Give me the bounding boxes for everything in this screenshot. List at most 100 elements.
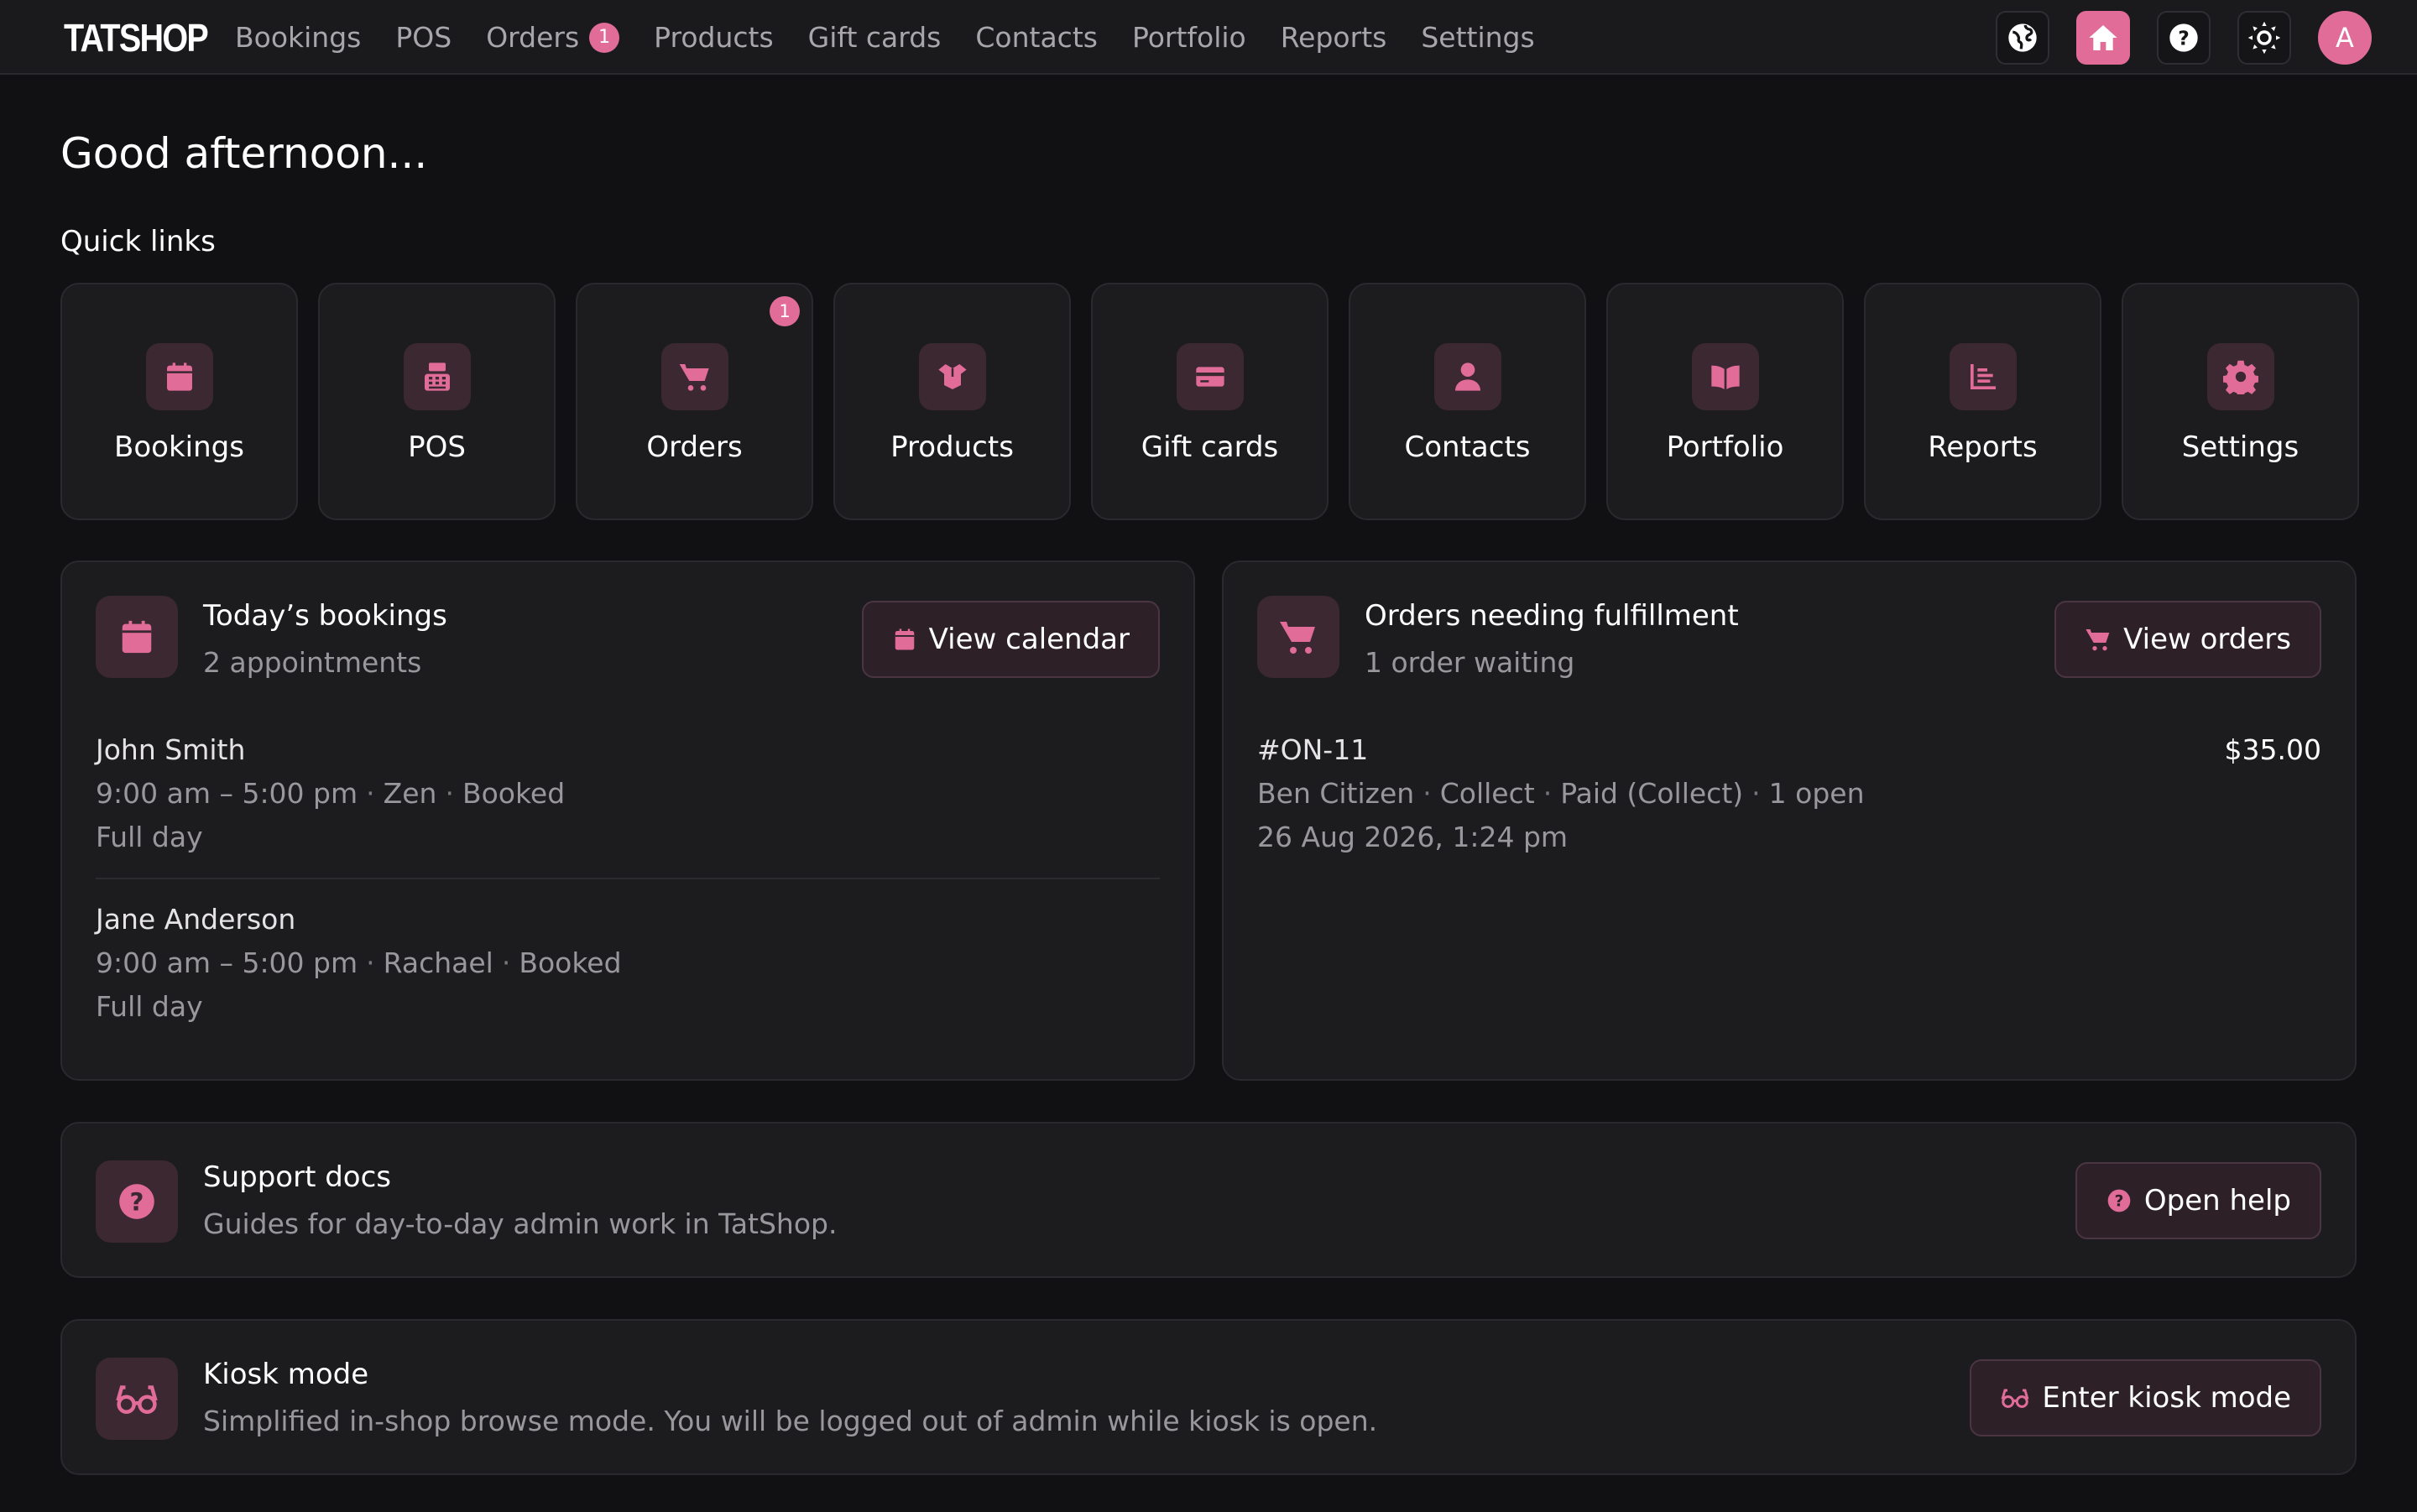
globe-button[interactable]	[1996, 11, 2049, 65]
customer-name: John Smith	[96, 733, 246, 766]
booking-time: 9:00 am – 5:00 pm	[96, 777, 358, 810]
todays-bookings-card: Today’s bookings 2 appointments View cal…	[60, 560, 1195, 1081]
svg-text:?: ?	[2114, 1193, 2123, 1211]
nav-label: POS	[395, 21, 452, 54]
nav-label: Reports	[1280, 21, 1387, 54]
nav-label: Products	[654, 21, 774, 54]
home-button[interactable]	[2076, 11, 2130, 65]
help-icon: ?	[2107, 1189, 2131, 1212]
top-nav-bar: TATSHOP Bookings POS Orders 1 Products Gi…	[0, 0, 2417, 75]
order-total: $35.00	[2224, 733, 2321, 766]
nav-reports[interactable]: Reports	[1281, 21, 1387, 54]
quick-link-orders[interactable]: 1 Orders	[576, 283, 813, 520]
nav-pos[interactable]: POS	[395, 21, 452, 54]
nav-settings[interactable]: Settings	[1421, 21, 1534, 54]
button-label: View orders	[2123, 623, 2291, 656]
theme-toggle-button[interactable]	[2237, 11, 2291, 65]
booking-status: Booked	[519, 946, 622, 979]
cart-icon	[660, 343, 728, 410]
sun-icon	[2247, 21, 2281, 55]
nav-contacts[interactable]: Contacts	[975, 21, 1098, 54]
cart-icon	[2086, 629, 2110, 651]
globe-icon	[2008, 23, 2037, 52]
card-subtitle: 1 order waiting	[1365, 646, 1575, 679]
home-icon	[2089, 25, 2117, 50]
user-icon	[1433, 343, 1501, 410]
calendar-icon	[895, 628, 914, 650]
card-subtitle: Guides for day-to-day admin work in TatS…	[203, 1207, 838, 1240]
order-method: Collect	[1439, 777, 1535, 810]
page-greeting: Good afternoon...	[60, 129, 428, 178]
booking-note: Full day	[96, 990, 203, 1023]
tile-label: Orders	[646, 430, 743, 464]
orders-fulfillment-card: Orders needing fulfillment 1 order waiti…	[1222, 560, 2357, 1081]
separator: ·	[1423, 777, 1432, 810]
brand-logo[interactable]: TATSHOP	[64, 15, 209, 60]
nav-label: Bookings	[235, 21, 362, 54]
tile-label: Reports	[1928, 430, 2038, 464]
booking-details: 9:00 am – 5:00 pm · Zen · Booked	[96, 777, 565, 810]
order-open-count: 1 open	[1768, 777, 1865, 810]
separator: ·	[445, 777, 454, 810]
tile-label: POS	[408, 430, 466, 464]
tile-label: Portfolio	[1666, 430, 1784, 464]
nav-gift-cards[interactable]: Gift cards	[808, 21, 942, 54]
card-subtitle: 2 appointments	[203, 646, 422, 679]
booking-staff: Rachael	[383, 946, 493, 979]
separator: ·	[1751, 777, 1761, 810]
quick-link-reports[interactable]: Reports	[1864, 283, 2101, 520]
order-customer: Ben Citizen	[1257, 777, 1415, 810]
quick-links-heading: Quick links	[60, 225, 216, 258]
nav-label: Orders	[486, 21, 580, 54]
quick-link-gift-cards[interactable]: Gift cards	[1091, 283, 1329, 520]
tile-label: Contacts	[1404, 430, 1531, 464]
quick-link-pos[interactable]: POS	[318, 283, 556, 520]
help-button[interactable]: ?	[2157, 11, 2211, 65]
cash-register-icon	[403, 343, 471, 410]
tile-label: Bookings	[114, 430, 244, 464]
order-details: Ben Citizen · Collect · Paid (Collect) · 1 ope…	[1257, 777, 1864, 810]
customer-name: Jane Anderson	[96, 903, 296, 936]
nav-label: Settings	[1421, 21, 1535, 54]
card-title: Kiosk mode	[203, 1358, 369, 1391]
booking-details: 9:00 am – 5:00 pm · Rachael · Booked	[96, 946, 622, 979]
nav-portfolio[interactable]: Portfolio	[1132, 21, 1246, 54]
separator: ·	[501, 946, 511, 979]
quick-link-contacts[interactable]: Contacts	[1349, 283, 1586, 520]
separator: ·	[366, 777, 375, 810]
quick-link-products[interactable]: Products	[833, 283, 1071, 520]
button-label: Open help	[2143, 1184, 2291, 1217]
card-title: Orders needing fulfillment	[1365, 599, 1739, 633]
top-actions: ? A	[1969, 11, 2372, 65]
quick-link-portfolio[interactable]: Portfolio	[1606, 283, 1844, 520]
separator: ·	[1543, 777, 1553, 810]
nav-products[interactable]: Products	[654, 21, 774, 54]
kiosk-mode-card: Kiosk mode Simplified in-shop browse mod…	[60, 1319, 2357, 1475]
tile-label: Products	[890, 430, 1014, 464]
quick-link-bookings[interactable]: Bookings	[60, 283, 298, 520]
svg-text:?: ?	[2178, 26, 2190, 50]
nav-label: Contacts	[975, 21, 1098, 54]
order-payment: Paid (Collect)	[1560, 777, 1744, 810]
view-calendar-button[interactable]: View calendar	[861, 601, 1160, 678]
enter-kiosk-mode-button[interactable]: Enter kiosk mode	[1970, 1359, 2321, 1436]
calendar-icon	[96, 596, 178, 678]
view-orders-button[interactable]: View orders	[2054, 601, 2321, 678]
chart-icon	[1949, 343, 2017, 410]
open-help-button[interactable]: ? Open help	[2075, 1162, 2321, 1239]
separator: ·	[366, 946, 375, 979]
quick-link-settings[interactable]: Settings	[2122, 283, 2359, 520]
credit-card-icon	[1176, 343, 1244, 410]
booking-status: Booked	[462, 777, 566, 810]
nav-bookings[interactable]: Bookings	[235, 21, 361, 54]
quick-links-grid: Bookings POS 1 Orders Products Gift card…	[60, 283, 2359, 520]
order-id: #ON-11	[1257, 733, 1369, 766]
button-label: Enter kiosk mode	[2042, 1381, 2291, 1415]
orders-count-badge: 1	[589, 22, 620, 53]
nav-orders[interactable]: Orders 1	[486, 21, 620, 54]
calendar-icon	[145, 343, 213, 410]
nav-label: Gift cards	[807, 21, 942, 54]
user-avatar[interactable]: A	[2318, 11, 2372, 65]
help-icon: ?	[96, 1160, 178, 1243]
svg-text:?: ?	[130, 1187, 144, 1216]
